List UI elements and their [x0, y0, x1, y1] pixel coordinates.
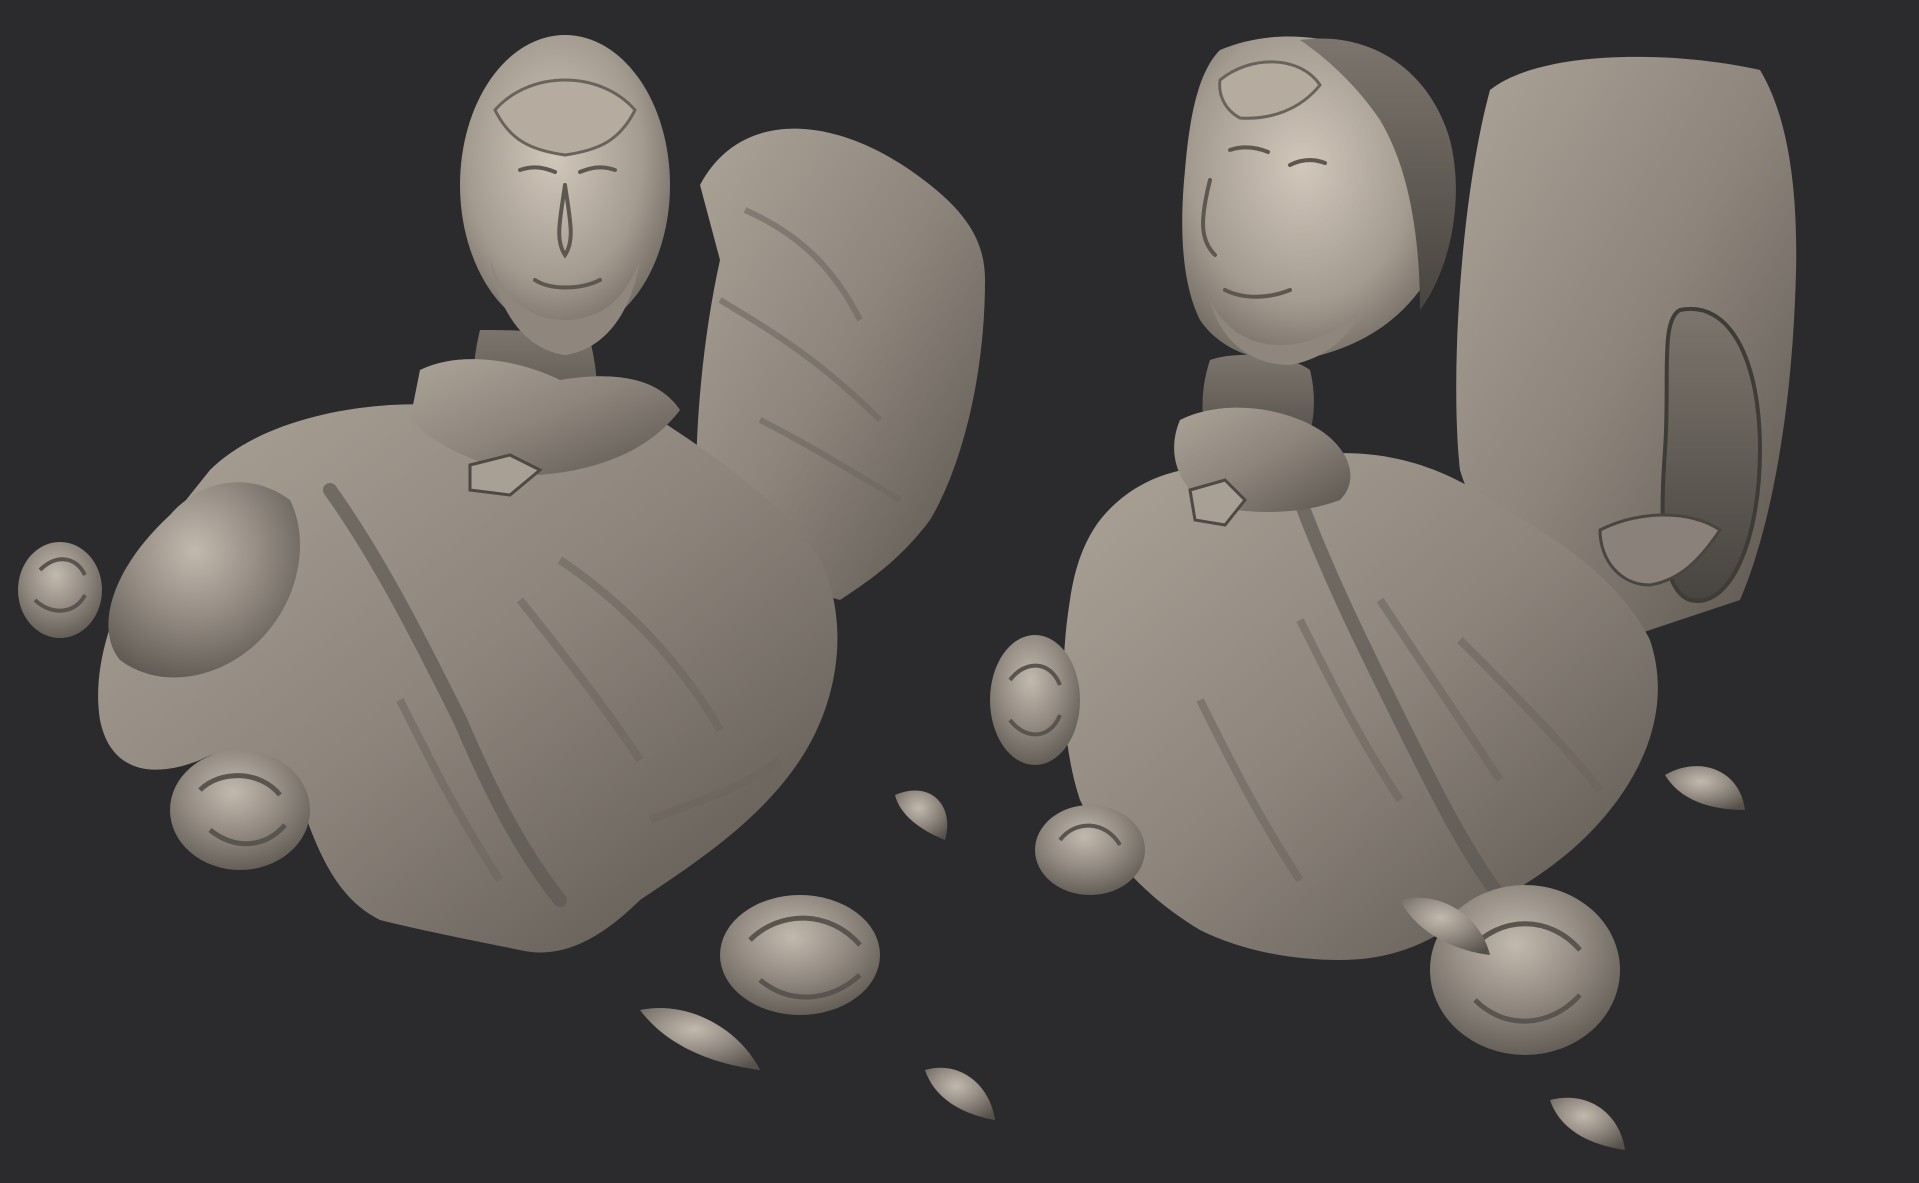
front-petal-1 — [895, 790, 948, 840]
side-petal-3 — [1550, 1097, 1625, 1150]
front-rose-bottom — [720, 895, 880, 1015]
front-robe — [98, 393, 838, 953]
front-rose-lower — [170, 750, 310, 870]
front-petal-2 — [925, 1067, 995, 1120]
sculpt-three-quarter-view — [990, 36, 1797, 1150]
sculpt-render-image — [18, 35, 1797, 1150]
front-petal-3 — [640, 1008, 760, 1070]
front-rose-left — [18, 542, 102, 638]
side-rose-lower-left — [1035, 805, 1145, 895]
sculpt-render-viewport — [0, 0, 1919, 1183]
side-petal-1 — [1665, 766, 1745, 810]
sculpt-front-view — [18, 35, 995, 1120]
side-rose-left — [990, 635, 1080, 765]
